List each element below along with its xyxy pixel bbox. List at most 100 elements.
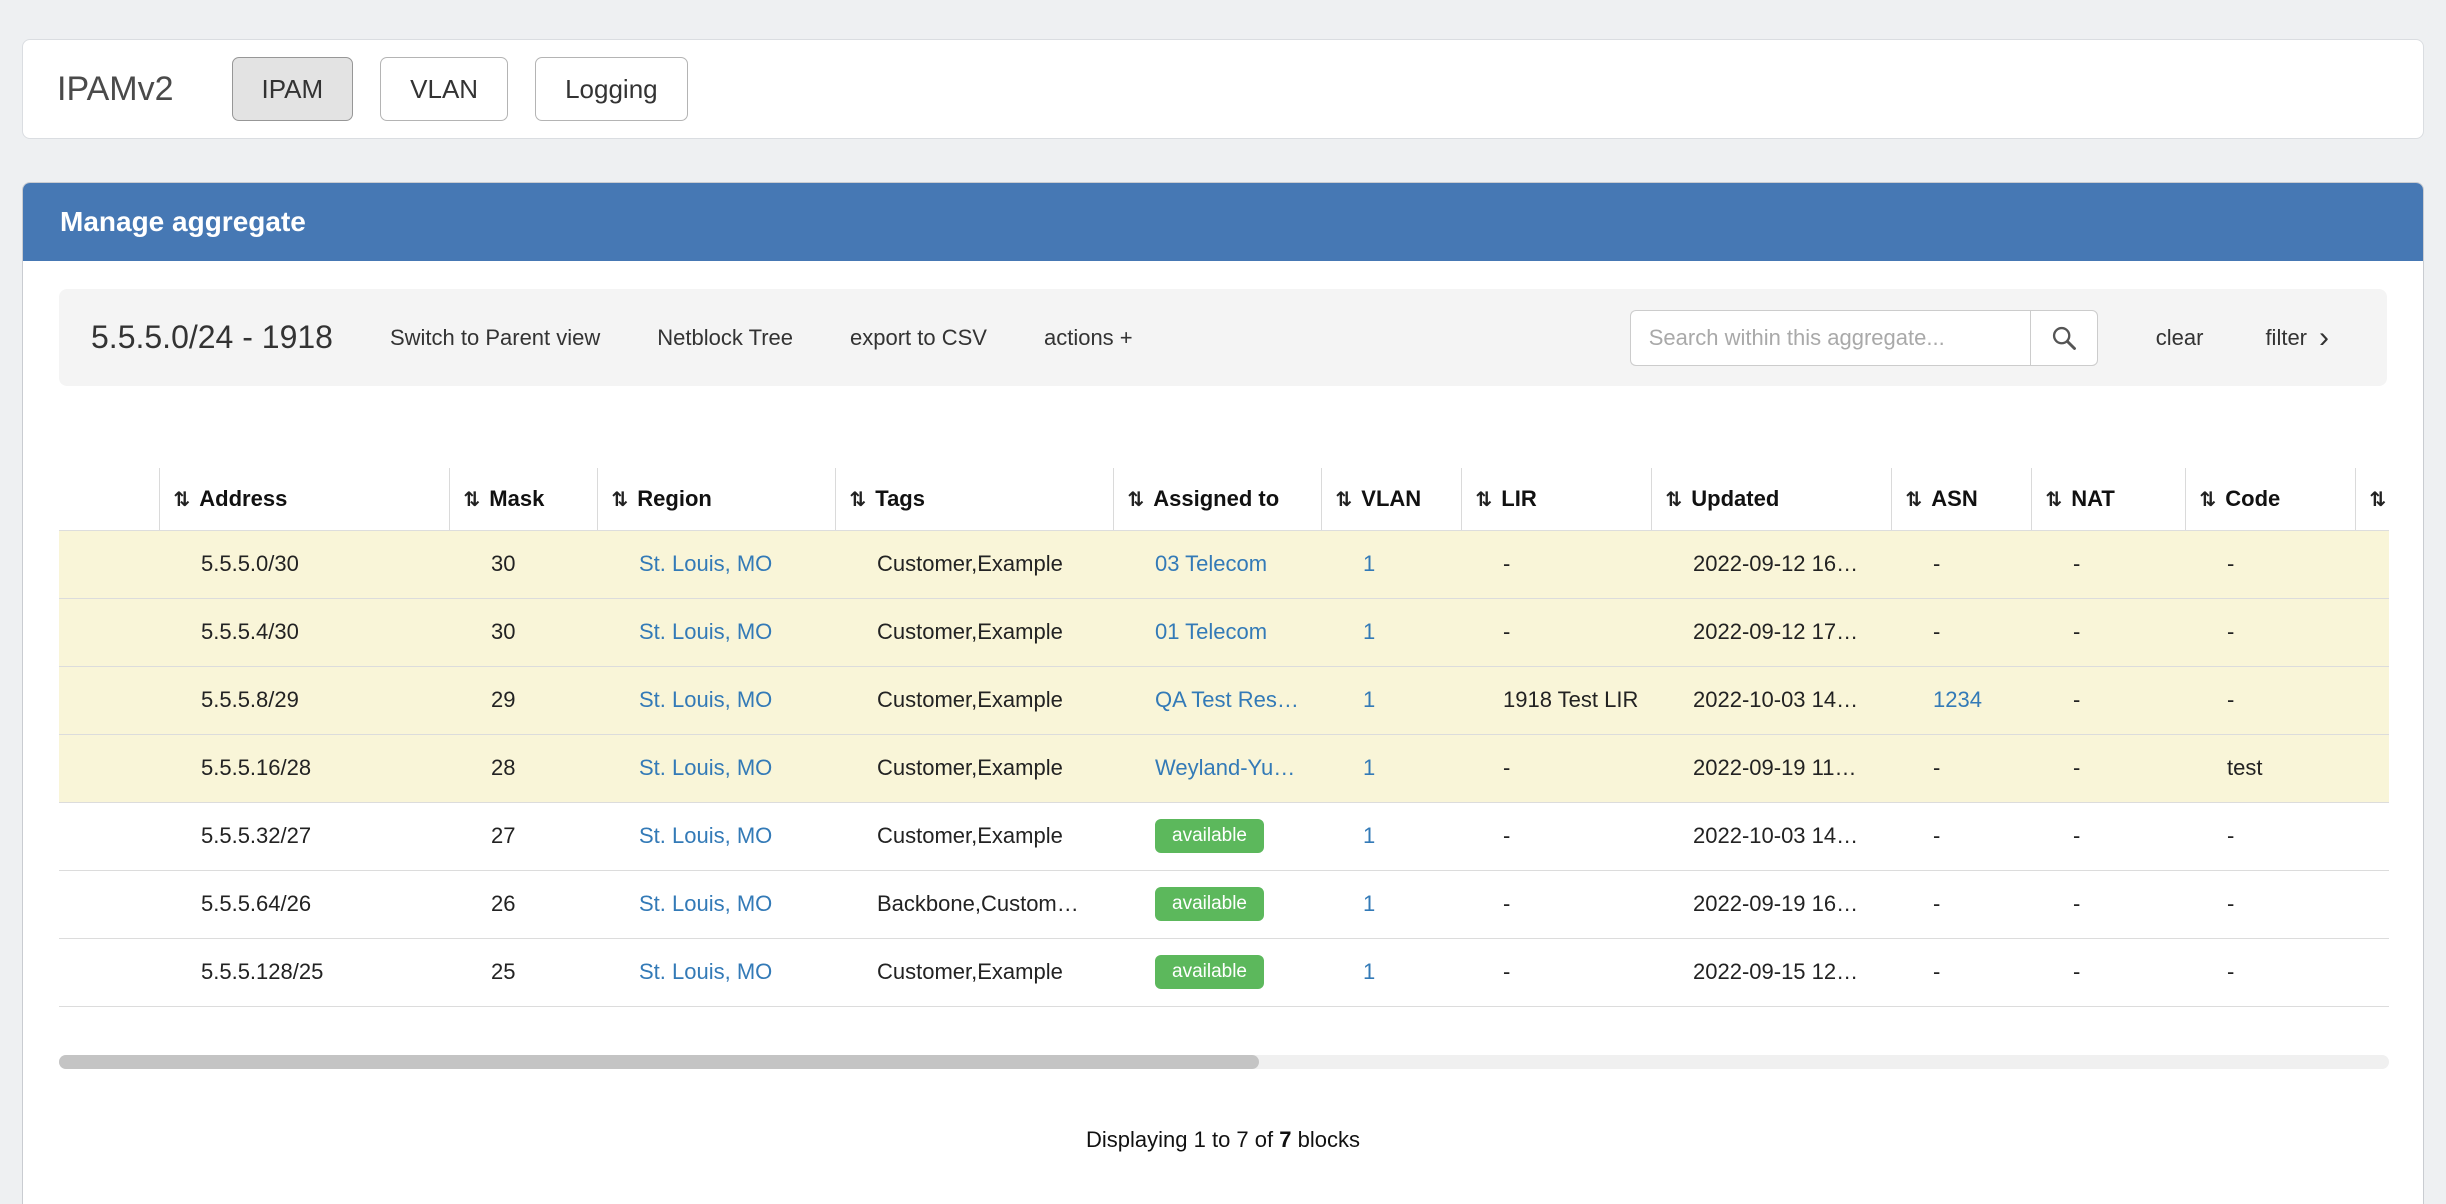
status-badge: available [1155,887,1264,921]
region-link[interactable]: St. Louis, MO [639,823,772,848]
sort-icon[interactable]: ⇅ [2370,487,2387,511]
cell-nat: - [2031,938,2185,1006]
vlan-link[interactable]: 1 [1363,959,1375,984]
cell-vlan: 1 [1321,530,1461,598]
vlan-link[interactable]: 1 [1363,755,1375,780]
table-row: 5.5.5.32/2727St. Louis, MOCustomer,Examp… [59,802,2389,870]
vlan-link[interactable]: 1 [1363,891,1375,916]
cell-updated: 2022-09-12 16… [1651,530,1891,598]
pagination-prefix: Displaying 1 to 7 of [1086,1127,1279,1152]
column-header-mask[interactable]: ⇅Mask [449,468,597,530]
vlan-link[interactable]: 1 [1363,619,1375,644]
search-icon [2050,324,2078,352]
column-header-code[interactable]: ⇅Code [2185,468,2355,530]
app-brand: IPAMv2 [57,70,174,109]
sort-icon[interactable]: ⇅ [1476,487,1493,511]
cell-lir: - [1461,598,1651,666]
cell-updated: 2022-10-03 14… [1651,666,1891,734]
assigned-link[interactable]: QA Test Res… [1155,687,1299,712]
sort-icon[interactable]: ⇅ [2200,487,2217,511]
manage-aggregate-panel: Manage aggregate 5.5.5.0/24 - 1918 Switc… [22,182,2424,1204]
switch-parent-view-link[interactable]: Switch to Parent view [390,325,600,351]
cell-tags: Customer,Example [835,734,1113,802]
cell-code: test [2185,734,2355,802]
chevron-right-icon: › [2319,323,2329,353]
filter-link[interactable]: filter › [2265,323,2329,353]
sort-icon[interactable]: ⇅ [850,487,867,511]
sort-icon[interactable]: ⇅ [1336,487,1353,511]
cell-asn: - [1891,734,2031,802]
cell-code: - [2185,530,2355,598]
column-label: Tags [875,486,925,511]
cell-asn: - [1891,598,2031,666]
cell-vlan: 1 [1321,938,1461,1006]
cell-updated: 2022-09-19 16… [1651,870,1891,938]
region-link[interactable]: St. Louis, MO [639,959,772,984]
cell-region: St. Louis, MO [597,598,835,666]
vlan-link[interactable]: 1 [1363,551,1375,576]
cell-region: St. Louis, MO [597,734,835,802]
region-link[interactable]: St. Louis, MO [639,619,772,644]
sort-icon[interactable]: ⇅ [612,487,629,511]
cell-region: St. Louis, MO [597,530,835,598]
sort-icon[interactable]: ⇅ [1666,487,1683,511]
column-header-nat[interactable]: ⇅NAT [2031,468,2185,530]
actions-menu[interactable]: actions + [1044,325,1133,351]
cell-vlan: 1 [1321,802,1461,870]
region-link[interactable]: St. Louis, MO [639,687,772,712]
netblock-tree-link[interactable]: Netblock Tree [657,325,793,351]
column-header-asn[interactable]: ⇅ASN [1891,468,2031,530]
column-header-updated[interactable]: ⇅Updated [1651,468,1891,530]
column-header-lir[interactable]: ⇅LIR [1461,468,1651,530]
vlan-link[interactable]: 1 [1363,687,1375,712]
column-header-vlan[interactable]: ⇅ VLAN [1321,468,1461,530]
region-link[interactable]: St. Louis, MO [639,551,772,576]
region-link[interactable]: St. Louis, MO [639,755,772,780]
cell-spacer [59,734,159,802]
region-link[interactable]: St. Louis, MO [639,891,772,916]
sort-icon[interactable]: ⇅ [1906,487,1923,511]
export-csv-link[interactable]: export to CSV [850,325,987,351]
column-header-assigned-to[interactable]: ⇅Assigned to [1113,468,1321,530]
sort-icon[interactable]: ⇅ [174,487,191,511]
cell-clipped [2355,598,2389,666]
search-input[interactable] [1630,310,2030,366]
assigned-link[interactable]: 01 Telecom [1155,619,1267,644]
horizontal-scrollbar-track[interactable] [59,1055,2389,1069]
cell-code: - [2185,870,2355,938]
assigned-link[interactable]: Weyland-Yu… [1155,755,1295,780]
vlan-link[interactable]: 1 [1363,823,1375,848]
cell-asn: - [1891,870,2031,938]
column-header-region[interactable]: ⇅Region [597,468,835,530]
assigned-link[interactable]: 03 Telecom [1155,551,1267,576]
horizontal-scrollbar-thumb[interactable] [59,1055,1259,1069]
table-body: 5.5.5.0/3030 St. Louis, MO Customer,Exampl… [59,530,2389,1006]
table-row: 5.5.5.16/2828St. Louis, MOCustomer,Examp… [59,734,2389,802]
cell-region: St. Louis, MO [597,666,835,734]
table-row: 5.5.5.64/2626St. Louis, MOBackbone,Custo… [59,870,2389,938]
cell-clipped [2355,870,2389,938]
cell-asn: - [1891,802,2031,870]
clear-link[interactable]: clear [2156,325,2204,351]
cell-assigned: available [1113,870,1321,938]
cell-mask: 27 [449,802,597,870]
cell-mask: 26 [449,870,597,938]
cell-mask: 30 [449,598,597,666]
panel-header: Manage aggregate [23,183,2423,261]
sort-icon[interactable]: ⇅ [2046,487,2063,511]
column-header-tags[interactable]: ⇅ Tags [835,468,1113,530]
sort-icon[interactable]: ⇅ [464,487,481,511]
cell-address: 5.5.5.0/30 [159,530,449,598]
cell-assigned: Weyland-Yu… [1113,734,1321,802]
column-label: VLAN [1361,486,1421,511]
sort-icon[interactable]: ⇅ [1128,487,1145,511]
cell-code: - [2185,666,2355,734]
search-button[interactable] [2030,310,2098,366]
nav-tab-ipam[interactable]: IPAM [232,57,354,121]
cell-nat: - [2031,734,2185,802]
nav-tab-vlan[interactable]: VLAN [380,57,508,121]
column-header-clipped[interactable]: ⇅ [2355,468,2389,530]
asn-link[interactable]: 1234 [1933,687,1982,712]
column-header-address[interactable]: ⇅Address [159,468,449,530]
nav-tab-logging[interactable]: Logging [535,57,688,121]
